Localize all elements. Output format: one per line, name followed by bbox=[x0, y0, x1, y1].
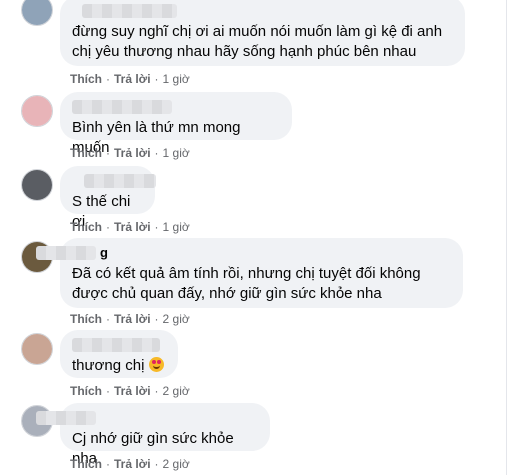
commenter-name-blurred[interactable] bbox=[72, 100, 172, 114]
commenter-name-blurred[interactable] bbox=[84, 174, 156, 188]
comment-time[interactable]: 2 giờ bbox=[163, 312, 190, 326]
comment-time[interactable]: 1 giờ bbox=[163, 220, 190, 234]
separator-dot: · bbox=[154, 457, 159, 471]
separator-dot: · bbox=[154, 220, 159, 234]
like-link[interactable]: Thích bbox=[70, 146, 102, 160]
avatar[interactable] bbox=[21, 169, 53, 201]
comment-text: Đã có kết quả âm tính rồi, nhưng chị tuy… bbox=[72, 265, 421, 302]
like-link[interactable]: Thích bbox=[70, 457, 102, 471]
comment-bubble: Bình yên là thứ mn mong muốn bbox=[60, 92, 292, 156]
separator-dot: · bbox=[106, 220, 110, 234]
commenter-name-blurred[interactable] bbox=[72, 338, 160, 352]
commenter-name[interactable]: g bbox=[36, 245, 451, 260]
reply-link[interactable]: Trả lời bbox=[114, 457, 151, 471]
separator-dot: · bbox=[106, 384, 110, 398]
avatar[interactable] bbox=[21, 0, 53, 26]
comment-text-content: thương chị bbox=[72, 357, 145, 374]
comment-actions: Thích · Trả lời · 2 giờ bbox=[70, 383, 190, 399]
separator-dot: · bbox=[106, 72, 110, 86]
comment-time[interactable]: 2 giờ bbox=[163, 384, 190, 398]
reply-link[interactable]: Trả lời bbox=[114, 312, 151, 326]
separator-dot: · bbox=[154, 384, 159, 398]
like-link[interactable]: Thích bbox=[70, 220, 102, 234]
heart-eyes-emoji-icon bbox=[149, 357, 165, 372]
panel-divider bbox=[506, 0, 507, 475]
reply-link[interactable]: Trả lời bbox=[114, 220, 151, 234]
avatar[interactable] bbox=[21, 333, 53, 365]
comment-bubble: đừng suy nghĩ chị ơi ai muốn nói muốn là… bbox=[60, 0, 465, 66]
comment-text: thương chị bbox=[72, 356, 166, 376]
like-link[interactable]: Thích bbox=[70, 384, 102, 398]
commenter-name-blurred[interactable] bbox=[82, 4, 177, 18]
comment-time[interactable]: 2 giờ bbox=[163, 457, 190, 471]
comment-bubble: Cj nhớ giữ gìn sức khỏe nha bbox=[36, 403, 270, 467]
comment-actions: Thích · Trả lời · 2 giờ bbox=[70, 456, 190, 472]
reply-link[interactable]: Trả lời bbox=[114, 72, 151, 86]
comment-time[interactable]: 1 giờ bbox=[163, 146, 190, 160]
comment-bubble: thương chị bbox=[60, 330, 178, 378]
separator-dot: · bbox=[106, 312, 110, 326]
comment-bubble: g Đã có kết quả âm tính rồi, nhưng chị t… bbox=[36, 238, 463, 308]
comment-bubble: S thế chi ơi bbox=[60, 166, 156, 230]
comment-actions: Thích · Trả lời · 1 giờ bbox=[70, 71, 190, 87]
separator-dot: · bbox=[106, 457, 110, 471]
avatar[interactable] bbox=[21, 95, 53, 127]
commenter-name-blurred[interactable] bbox=[36, 411, 96, 425]
comment-actions: Thích · Trả lời · 1 giờ bbox=[70, 219, 190, 235]
separator-dot: · bbox=[154, 72, 159, 86]
comment-text: đừng suy nghĩ chị ơi ai muốn nói muốn là… bbox=[72, 23, 443, 60]
separator-dot: · bbox=[154, 146, 159, 160]
comment-actions: Thích · Trả lời · 2 giờ bbox=[70, 311, 190, 327]
comment-actions: Thích · Trả lời · 1 giờ bbox=[70, 145, 190, 161]
comment-time[interactable]: 1 giờ bbox=[163, 72, 190, 86]
like-link[interactable]: Thích bbox=[70, 72, 102, 86]
like-link[interactable]: Thích bbox=[70, 312, 102, 326]
commenter-name-fragment: g bbox=[100, 245, 108, 260]
commenter-name-blurred bbox=[36, 246, 96, 260]
separator-dot: · bbox=[106, 146, 110, 160]
separator-dot: · bbox=[154, 312, 159, 326]
reply-link[interactable]: Trả lời bbox=[114, 384, 151, 398]
reply-link[interactable]: Trả lời bbox=[114, 146, 151, 160]
